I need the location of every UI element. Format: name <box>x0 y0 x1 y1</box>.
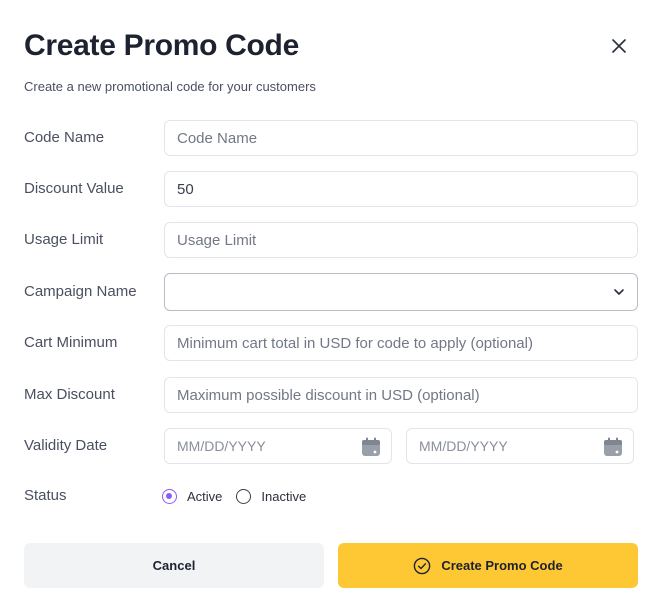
dialog-subtitle: Create a new promotional code for your c… <box>24 79 316 94</box>
max-discount-row: Max Discount <box>0 377 662 413</box>
campaign-name-row: Campaign Name <box>0 273 662 311</box>
close-button[interactable] <box>608 35 630 57</box>
end-date-field <box>406 428 634 464</box>
status-radio-group: Active Inactive <box>162 478 320 514</box>
status-inactive-label: Inactive <box>261 488 307 504</box>
end-date-input[interactable] <box>407 429 633 463</box>
campaign-name-label: Campaign Name <box>24 283 137 300</box>
discount-value-input[interactable] <box>165 172 637 206</box>
cancel-button-label: Cancel <box>152 558 196 573</box>
validity-date-row: Validity Date <box>0 428 662 464</box>
usage-limit-row: Usage Limit <box>0 222 662 258</box>
code-name-field <box>164 120 638 156</box>
cart-minimum-row: Cart Minimum <box>0 325 662 361</box>
dialog-title: Create Promo Code <box>24 29 299 62</box>
create-promo-code-dialog: Create Promo Code Create a new promotion… <box>0 0 662 612</box>
code-name-row: Code Name <box>0 120 662 156</box>
status-active-radio[interactable]: Active <box>162 488 223 504</box>
max-discount-label: Max Discount <box>24 386 115 403</box>
radio-unselected-indicator[interactable] <box>236 488 252 504</box>
code-name-input[interactable] <box>165 121 637 155</box>
cancel-button[interactable]: Cancel <box>24 543 324 588</box>
discount-value-row: Discount Value <box>0 171 662 207</box>
calendar-icon[interactable] <box>361 437 381 457</box>
status-inactive-radio[interactable]: Inactive <box>236 488 307 504</box>
status-label: Status <box>24 487 67 504</box>
discount-value-field <box>164 171 638 207</box>
usage-limit-label: Usage Limit <box>24 231 104 248</box>
campaign-name-select[interactable] <box>164 273 638 311</box>
start-date-input[interactable] <box>165 429 391 463</box>
calendar-icon[interactable] <box>603 437 623 457</box>
usage-limit-field <box>164 222 638 258</box>
max-discount-field <box>164 377 638 413</box>
check-circle-icon <box>414 557 431 574</box>
cart-minimum-label: Cart Minimum <box>24 334 118 351</box>
start-date-field <box>164 428 392 464</box>
validity-date-label: Validity Date <box>24 437 108 454</box>
cart-minimum-field <box>164 325 638 361</box>
create-button-label: Create Promo Code <box>441 558 563 573</box>
max-discount-input[interactable] <box>165 378 637 412</box>
cart-minimum-input[interactable] <box>165 326 637 360</box>
radio-selected-indicator[interactable] <box>162 488 177 504</box>
usage-limit-input[interactable] <box>165 223 637 257</box>
status-row: Status Active Inactive <box>0 478 662 514</box>
chevron-down-icon <box>614 289 624 295</box>
code-name-label: Code Name <box>24 129 105 146</box>
status-active-label: Active <box>187 488 223 504</box>
discount-value-label: Discount Value <box>24 180 124 197</box>
create-promo-code-button[interactable]: Create Promo Code <box>338 543 638 588</box>
close-icon <box>612 39 626 53</box>
